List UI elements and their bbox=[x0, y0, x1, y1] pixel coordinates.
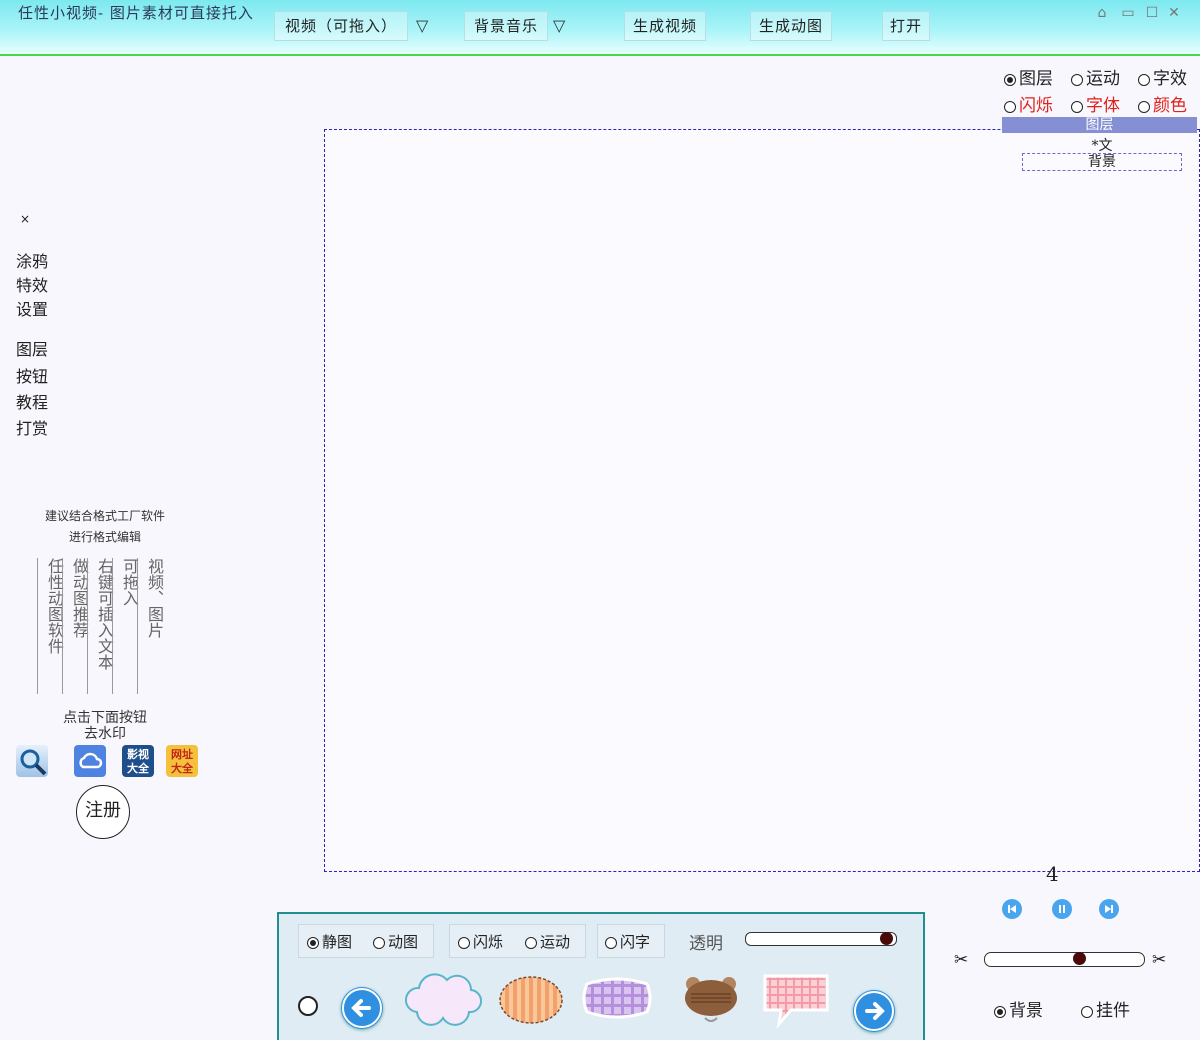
video-button[interactable]: 视频（可拖入） bbox=[274, 11, 408, 41]
radio-animated[interactable]: 动图 bbox=[373, 931, 418, 952]
menu-effects[interactable]: 特效 bbox=[16, 272, 48, 296]
app-title: 任性小视频- 图片素材可直接托入 bbox=[18, 4, 254, 22]
register-button[interactable]: 注册 bbox=[76, 785, 130, 839]
radio-motion-effect-indicator[interactable] bbox=[525, 937, 537, 949]
radio-flash-effect-indicator[interactable] bbox=[458, 937, 470, 949]
pause-icon[interactable] bbox=[1052, 899, 1072, 919]
bgm-dropdown-icon[interactable]: ▽ bbox=[553, 16, 565, 35]
cloud-icon[interactable] bbox=[74, 745, 106, 777]
radio-font[interactable]: 字体 bbox=[1071, 91, 1120, 116]
radio-motion[interactable]: 运动 bbox=[1071, 64, 1120, 89]
open-button[interactable]: 打开 bbox=[882, 11, 930, 41]
restore-icon[interactable]: ▭ bbox=[1119, 4, 1137, 22]
cut-slider[interactable] bbox=[984, 952, 1145, 967]
cloud-sticker-icon[interactable] bbox=[403, 968, 483, 1030]
radio-animated-indicator[interactable] bbox=[373, 937, 385, 949]
layer-item-background[interactable]: 背景 bbox=[1022, 153, 1182, 171]
radio-still[interactable]: 静图 bbox=[307, 931, 352, 952]
radio-text-effect[interactable]: 字效 bbox=[1138, 64, 1187, 89]
frame-number: 4 bbox=[1046, 862, 1059, 886]
skip-forward-icon[interactable] bbox=[1099, 899, 1119, 919]
skip-back-icon[interactable] bbox=[1002, 899, 1022, 919]
video-dropdown-icon[interactable]: ▽ bbox=[416, 16, 428, 35]
link-column-1[interactable]: 任性动图软件 bbox=[37, 558, 64, 694]
radio-flash-effect[interactable]: 闪烁 bbox=[458, 931, 503, 952]
striped-bubble-sticker-icon[interactable] bbox=[497, 972, 569, 1030]
video-app-icon[interactable]: 影视大全 bbox=[122, 745, 154, 777]
title-bar: 任性小视频- 图片素材可直接托入 视频（可拖入） ▽ 背景音乐 ▽ 生成视频 生… bbox=[0, 0, 1200, 56]
cut-slider-thumb[interactable] bbox=[1073, 952, 1086, 965]
close-icon[interactable]: ✕ bbox=[1165, 4, 1183, 22]
watermark-note-line2: 去水印 bbox=[84, 726, 126, 742]
radio-color[interactable]: 颜色 bbox=[1138, 91, 1187, 116]
panel-close-icon[interactable]: × bbox=[20, 212, 30, 226]
link-column-3[interactable]: 右键可插入文本 bbox=[87, 558, 114, 694]
radio-motion-effect[interactable]: 运动 bbox=[525, 931, 570, 952]
radio-text-effect-indicator[interactable] bbox=[1138, 73, 1150, 86]
link-column-2[interactable]: 做动图推荐 bbox=[62, 558, 89, 694]
selector-circle[interactable] bbox=[298, 996, 318, 1016]
format-note-line1: 建议结合格式工厂软件 bbox=[44, 509, 165, 523]
pink-bubble-sticker-icon[interactable] bbox=[761, 970, 831, 1030]
menu-settings[interactable]: 设置 bbox=[16, 296, 48, 320]
radio-flash-text[interactable]: 闪字 bbox=[605, 931, 650, 952]
transparency-slider[interactable] bbox=[745, 932, 897, 946]
link-column-5[interactable]: 视频、图片 bbox=[137, 558, 164, 694]
radio-font-indicator[interactable] bbox=[1071, 100, 1083, 113]
menu-buttons[interactable]: 按钮 bbox=[16, 363, 48, 387]
link-column-4[interactable]: 可拖入 bbox=[112, 558, 139, 694]
radio-layer-indicator[interactable] bbox=[1004, 73, 1016, 86]
generate-gif-button[interactable]: 生成动图 bbox=[750, 11, 832, 41]
format-note-line2: 进行格式编辑 bbox=[68, 530, 141, 544]
home-icon[interactable]: ⌂ bbox=[1093, 4, 1111, 22]
radio-flash[interactable]: 闪烁 bbox=[1004, 91, 1053, 116]
radio-motion-indicator[interactable] bbox=[1071, 73, 1083, 86]
sticker-panel: 静图 动图 闪烁 运动 闪字 透明 bbox=[277, 912, 925, 1040]
radio-pendant-indicator[interactable] bbox=[1081, 1005, 1093, 1018]
layer-item-text[interactable]: *文 bbox=[1022, 135, 1182, 155]
radio-still-indicator[interactable] bbox=[307, 937, 319, 949]
transparency-label: 透明 bbox=[689, 934, 723, 954]
menu-doodle[interactable]: 涂鸦 bbox=[16, 248, 48, 272]
bgm-button[interactable]: 背景音乐 bbox=[464, 11, 548, 41]
layer-list-header: 图层 bbox=[1002, 117, 1197, 133]
generate-video-button[interactable]: 生成视频 bbox=[624, 11, 706, 41]
bear-sticker-icon[interactable] bbox=[681, 970, 741, 1026]
web-app-icon[interactable]: 网址大全 bbox=[166, 745, 198, 777]
arrow-left-icon[interactable] bbox=[341, 987, 383, 1029]
magnifier-icon[interactable] bbox=[16, 745, 48, 777]
radio-background-indicator[interactable] bbox=[994, 1005, 1006, 1018]
menu-layers[interactable]: 图层 bbox=[16, 336, 48, 360]
arrow-right-icon[interactable] bbox=[853, 990, 895, 1032]
plaid-bubble-sticker-icon[interactable] bbox=[581, 974, 653, 1022]
radio-flash-text-indicator[interactable] bbox=[605, 937, 617, 949]
radio-color-indicator[interactable] bbox=[1138, 100, 1150, 113]
radio-background[interactable]: 背景 bbox=[994, 996, 1043, 1021]
scissors-left-icon[interactable]: ✂ bbox=[954, 950, 968, 970]
transparency-slider-thumb[interactable] bbox=[880, 932, 893, 945]
maximize-icon[interactable]: ☐ bbox=[1143, 4, 1161, 22]
radio-layer[interactable]: 图层 bbox=[1004, 64, 1053, 89]
editing-canvas[interactable] bbox=[324, 129, 1200, 872]
radio-pendant[interactable]: 挂件 bbox=[1081, 996, 1130, 1021]
menu-tutorial[interactable]: 教程 bbox=[16, 389, 48, 413]
scissors-right-icon[interactable]: ✂ bbox=[1152, 950, 1166, 970]
menu-donate[interactable]: 打赏 bbox=[16, 415, 48, 439]
radio-flash-indicator[interactable] bbox=[1004, 100, 1016, 113]
